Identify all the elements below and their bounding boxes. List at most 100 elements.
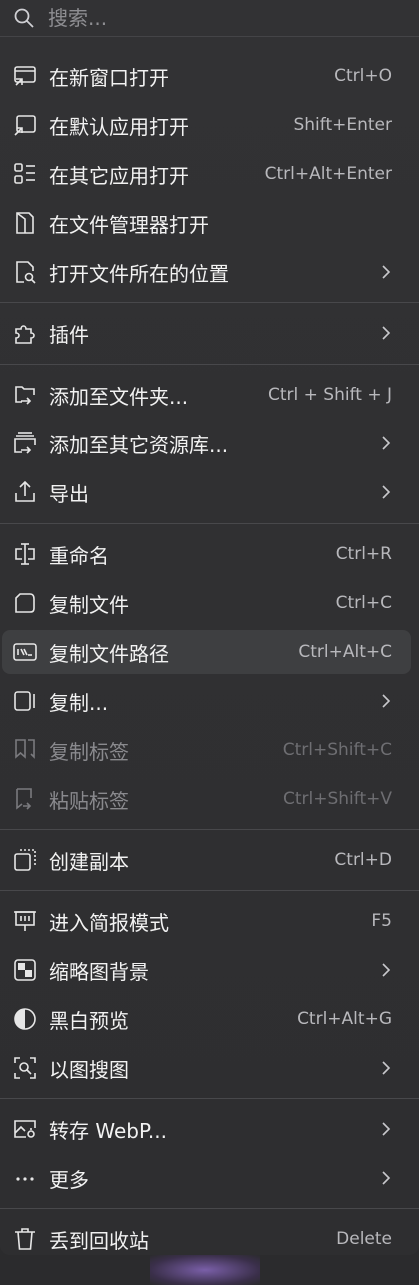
menu-item-label: 打开文件所在的位置	[49, 261, 229, 286]
menu-item-add-to-folder[interactable]: 添加至文件夹... Ctrl + Shift + J	[2, 373, 411, 417]
grayscale-icon	[12, 1006, 38, 1032]
menu-item-label: 添加至其它资源库...	[49, 432, 229, 457]
menu-item-label: 在其它应用打开	[49, 163, 189, 188]
chevron-right-icon	[377, 960, 395, 980]
chevron-right-icon	[377, 482, 395, 502]
search-bar[interactable]	[0, 0, 419, 37]
paste-tags-icon	[12, 786, 38, 812]
new-window-icon	[12, 63, 38, 89]
menu-item-open-file-location[interactable]: 打开文件所在的位置	[2, 250, 411, 294]
menu-item-grayscale-preview[interactable]: 黑白预览 Ctrl+Alt+G	[2, 997, 411, 1041]
separator	[0, 1098, 419, 1099]
menu-item-label: 转存 WebP...	[49, 1118, 167, 1143]
menu-item-label: 在默认应用打开	[49, 114, 189, 139]
menu-item-shortcut: Ctrl+Shift+C	[282, 740, 392, 760]
menu-item-add-to-other-library[interactable]: 添加至其它资源库...	[2, 421, 411, 465]
chevron-right-icon	[377, 1119, 395, 1139]
menu-item-label: 进入简报模式	[49, 910, 169, 935]
menu-item-label: 缩略图背景	[49, 959, 149, 984]
menu-item-label: 以图搜图	[49, 1057, 129, 1082]
presentation-icon	[12, 908, 38, 934]
search-icon	[12, 6, 36, 30]
menu-item-label: 重命名	[49, 543, 109, 568]
separator	[0, 364, 419, 365]
file-manager-icon	[12, 210, 38, 236]
menu-item-shortcut: Delete	[336, 1229, 392, 1249]
menu-item-label: 复制文件路径	[49, 641, 169, 666]
menu-item-paste-tags[interactable]: 粘贴标签 Ctrl+Shift+V	[2, 777, 411, 821]
copy-path-icon	[12, 639, 38, 665]
menu-item-open-other-app[interactable]: 在其它应用打开 Ctrl+Alt+Enter	[2, 152, 411, 196]
menu-item-label: 丢到回收站	[49, 1228, 149, 1253]
convert-image-icon	[12, 1116, 38, 1142]
chevron-right-icon	[377, 1058, 395, 1078]
menu-item-shortcut: Ctrl+Alt+C	[298, 642, 392, 662]
copy-file-icon	[12, 590, 38, 616]
menu-item-shortcut: Ctrl+Alt+G	[297, 1009, 392, 1029]
menu-item-rename[interactable]: 重命名 Ctrl+R	[2, 532, 411, 576]
menu-item-label: 复制...	[49, 690, 109, 715]
menu-item-label: 在文件管理器打开	[49, 212, 209, 237]
rename-icon	[12, 541, 38, 567]
add-to-folder-icon	[12, 382, 38, 408]
menu-item-convert-webp[interactable]: 转存 WebP...	[2, 1107, 411, 1151]
menu-item-plugins[interactable]: 插件	[2, 311, 411, 355]
export-icon	[12, 479, 38, 505]
menu-item-shortcut: Ctrl + Shift + J	[267, 385, 392, 405]
menu-item-shortcut: Ctrl+Alt+Enter	[264, 164, 392, 184]
menu-item-shortcut: Ctrl+C	[335, 593, 392, 613]
menu-item-shortcut: Ctrl+Shift+V	[282, 789, 392, 809]
separator	[0, 1208, 419, 1209]
menu-item-label: 复制标签	[49, 739, 129, 764]
add-to-library-icon	[12, 430, 38, 456]
menu-item-label: 在新窗口打开	[49, 65, 169, 90]
menu-item-open-default-app[interactable]: 在默认应用打开 Shift+Enter	[2, 103, 411, 147]
menu-item-label: 黑白预览	[49, 1008, 129, 1033]
search-input[interactable]	[48, 6, 348, 30]
copy-tags-icon	[12, 737, 38, 763]
menu-item-label: 插件	[49, 322, 89, 347]
menu-item-move-to-trash[interactable]: 丢到回收站 Delete	[2, 1217, 411, 1261]
menu-item-image-search[interactable]: 以图搜图	[2, 1046, 411, 1090]
menu-item-open-new-window[interactable]: 在新窗口打开 Ctrl+O	[2, 54, 411, 98]
image-search-icon	[12, 1055, 38, 1081]
chevron-right-icon	[377, 323, 395, 343]
chevron-right-icon	[377, 1168, 395, 1188]
menu-item-duplicate[interactable]: 创建副本 Ctrl+D	[2, 838, 411, 882]
app-list-icon	[12, 161, 38, 187]
menu-item-copy-file[interactable]: 复制文件 Ctrl+C	[2, 581, 411, 625]
menu-item-label: 创建副本	[49, 849, 129, 874]
menu-item-shortcut: Ctrl+R	[335, 544, 392, 564]
menu-item-label: 添加至文件夹...	[49, 384, 189, 409]
menu-item-shortcut: Ctrl+O	[334, 66, 392, 86]
menu-item-label: 更多	[49, 1167, 89, 1192]
separator	[0, 890, 419, 891]
menu-item-presentation-mode[interactable]: 进入简报模式 F5	[2, 899, 411, 943]
file-search-icon	[12, 259, 38, 285]
chevron-right-icon	[377, 262, 395, 282]
separator	[0, 829, 419, 830]
chevron-right-icon	[377, 691, 395, 711]
chevron-right-icon	[377, 433, 395, 453]
menu-item-thumbnail-background[interactable]: 缩略图背景	[2, 948, 411, 992]
menu-item-label: 导出	[49, 481, 89, 506]
copy-more-icon	[12, 688, 38, 714]
menu-item-shortcut: Ctrl+D	[334, 850, 392, 870]
checkerboard-icon	[12, 957, 38, 983]
duplicate-icon	[12, 847, 38, 873]
menu-item-copy-tags[interactable]: 复制标签 Ctrl+Shift+C	[2, 728, 411, 772]
menu-item-more[interactable]: 更多	[2, 1156, 411, 1200]
open-default-app-icon	[12, 112, 38, 138]
context-menu: 在新窗口打开 Ctrl+O 在默认应用打开 Shift+Enter 在其它应用打…	[0, 0, 419, 1255]
menu-item-shortcut: F5	[371, 911, 392, 931]
menu-item-copy-file-path[interactable]: 复制文件路径 Ctrl+Alt+C	[2, 630, 411, 674]
puzzle-icon	[12, 320, 38, 346]
trash-icon	[12, 1226, 38, 1252]
separator	[0, 302, 419, 303]
menu-item-open-file-manager[interactable]: 在文件管理器打开	[2, 201, 411, 245]
separator	[0, 523, 419, 524]
menu-item-label: 复制文件	[49, 592, 129, 617]
menu-item-copy-more[interactable]: 复制...	[2, 679, 411, 723]
menu-item-export[interactable]: 导出	[2, 470, 411, 514]
menu-item-label: 粘贴标签	[49, 788, 129, 813]
